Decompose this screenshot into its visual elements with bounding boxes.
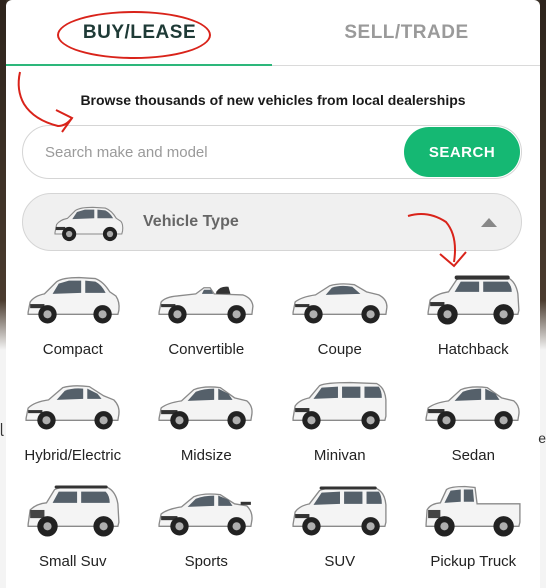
vehicle-search-card: BUY/LEASE SELL/TRADE Browse thousands of… (6, 0, 540, 588)
tab-bar: BUY/LEASE SELL/TRADE (6, 0, 540, 66)
vehicle-type-hybrid-electric-label: Hybrid/Electric (24, 447, 122, 464)
background-partial-text-left: ɭ (0, 420, 4, 436)
vehicle-type-sedan[interactable]: Sedan (407, 369, 541, 475)
vehicle-type-sports-label: Sports (184, 553, 228, 570)
vehicle-type-grid: Compact Convertible Coupe Hatchback Hybr… (6, 263, 540, 581)
tab-divider (272, 65, 540, 66)
vehicle-type-compact-label: Compact (42, 341, 103, 358)
suv-icon (292, 486, 387, 536)
minivan-icon (292, 381, 387, 430)
search-bar: SEARCH (22, 125, 522, 179)
compact-car-icon (27, 276, 120, 324)
hybrid-electric-car-icon (25, 385, 120, 430)
sedan-car-icon (425, 386, 520, 430)
tagline: Browse thousands of new vehicles from lo… (80, 92, 466, 108)
vehicle-type-minivan[interactable]: Minivan (273, 369, 407, 475)
vehicle-type-dropdown[interactable]: Vehicle Type (22, 193, 522, 251)
vehicle-type-sports[interactable]: Sports (140, 475, 274, 581)
vehicle-type-sedan-label: Sedan (451, 447, 495, 464)
vehicle-type-coupe[interactable]: Coupe (273, 263, 407, 369)
vehicle-type-coupe-label: Coupe (317, 341, 362, 358)
sports-car-icon (158, 493, 253, 536)
small-suv-icon (27, 485, 120, 537)
vehicle-type-convertible-label: Convertible (168, 341, 245, 358)
hatchback-car-icon (427, 275, 520, 325)
vehicle-type-small-suv[interactable]: Small Suv (6, 475, 140, 581)
search-input[interactable] (45, 126, 385, 178)
midsize-car-icon (158, 386, 253, 430)
background-partial-text-right: e (538, 430, 546, 446)
search-button[interactable]: SEARCH (404, 127, 520, 177)
vehicle-type-midsize[interactable]: Midsize (140, 369, 274, 475)
vehicle-type-hybrid-electric[interactable]: Hybrid/Electric (6, 369, 140, 475)
convertible-car-icon (158, 286, 254, 324)
vehicle-type-compact[interactable]: Compact (6, 263, 140, 369)
vehicle-type-label: Vehicle Type (143, 213, 239, 230)
vehicle-type-hatchback-label: Hatchback (437, 341, 509, 358)
vehicle-type-minivan-label: Minivan (313, 447, 366, 464)
annotation-circle (57, 11, 211, 59)
active-tab-indicator (6, 64, 272, 66)
pickup-truck-icon (425, 485, 521, 537)
vehicle-type-pickup-truck-label: Pickup Truck (430, 553, 517, 570)
vehicle-type-small-suv-label: Small Suv (38, 553, 107, 570)
vehicle-type-midsize-label: Midsize (180, 447, 232, 464)
coupe-car-icon (292, 283, 388, 324)
caret-up-icon (481, 218, 497, 227)
vehicle-type-pickup-truck[interactable]: Pickup Truck (407, 475, 541, 581)
vehicle-type-suv[interactable]: SUV (273, 475, 407, 581)
tab-sell-trade[interactable]: SELL/TRADE (273, 0, 540, 66)
compact-car-icon (54, 206, 124, 242)
vehicle-type-convertible[interactable]: Convertible (140, 263, 274, 369)
tab-sell-trade-label: SELL/TRADE (344, 22, 469, 43)
vehicle-type-hatchback[interactable]: Hatchback (407, 263, 541, 369)
vehicle-type-suv-label: SUV (324, 553, 356, 570)
